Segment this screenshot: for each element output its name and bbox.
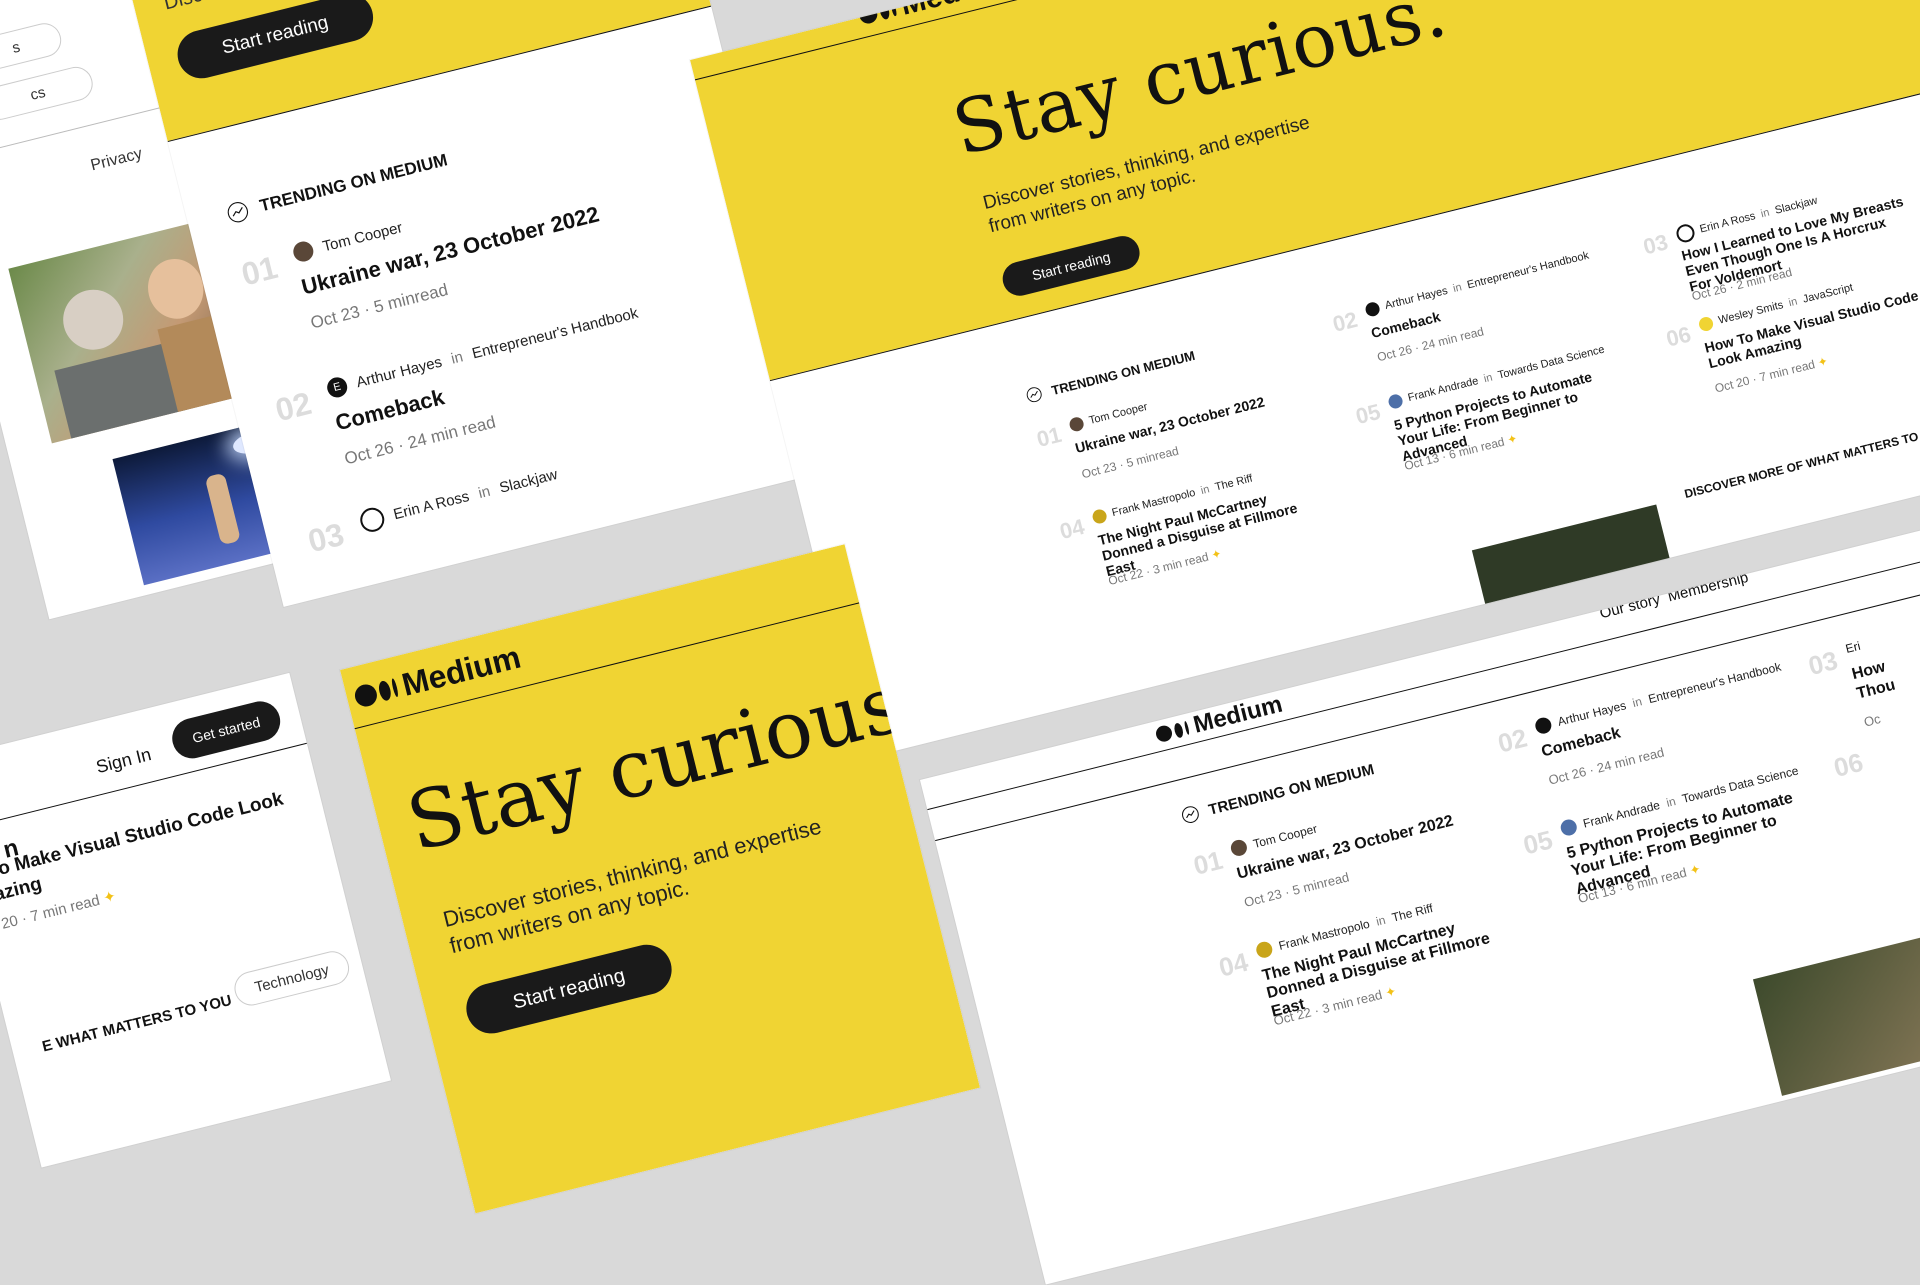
rank-number: 01 <box>1034 421 1064 452</box>
get-started-button[interactable]: Get started <box>650 544 757 568</box>
topic-tag-technology[interactable]: Technology <box>230 947 353 1010</box>
rank-number: 03 <box>1640 229 1671 260</box>
trending-heading: TRENDING ON MEDIUM <box>1206 760 1376 819</box>
topic-tag-fragment[interactable]: s <box>0 19 65 75</box>
medium-logo-icon <box>857 0 898 26</box>
rank-number: 01 <box>1190 844 1226 881</box>
trending-icon <box>1026 387 1042 403</box>
author-line: Erin A Ross in Slackjaw <box>357 462 560 535</box>
trending-heading: TRENDING ON MEDIUM <box>1049 347 1197 398</box>
avatar: E <box>325 375 350 400</box>
avatar <box>1068 415 1086 433</box>
medium-logo-icon <box>1154 720 1190 744</box>
avatar <box>1533 715 1554 736</box>
avatar <box>1559 817 1579 838</box>
avatar <box>1387 392 1405 410</box>
nav-membership[interactable]: Membership <box>1666 569 1750 605</box>
rank-number: 02 <box>1494 722 1531 759</box>
article-thumbnail <box>1752 931 1920 1096</box>
start-reading-button[interactable]: Start reading <box>999 232 1144 300</box>
publication-name: Entrepreneur's Handbook <box>470 304 640 362</box>
hero-section: Discover stories, thinking, and expertis… <box>95 0 711 142</box>
rank-number: 02 <box>271 384 315 429</box>
rank-number: 06 <box>1663 321 1694 352</box>
medium-logo[interactable]: Medium <box>1153 691 1286 750</box>
avatar <box>357 505 387 535</box>
privacy-link[interactable]: Privacy <box>89 145 144 175</box>
sign-in-link[interactable]: Sign In <box>94 744 153 778</box>
panel-mobile-bottom: Sign In Get started n To Make Visual Stu… <box>0 672 391 1168</box>
author-name: Tom Cooper <box>320 218 405 255</box>
rank-number: 05 <box>1520 824 1556 861</box>
partial-meta: Oc <box>1862 711 1883 730</box>
avatar <box>1229 838 1249 858</box>
trending-header: TRENDING ON MEDIUM <box>1024 347 1196 404</box>
medium-logo[interactable]: Medium <box>351 639 525 716</box>
article-title[interactable]: To Make Visual Studio Code Look <box>0 789 286 884</box>
avatar <box>1697 315 1715 333</box>
avatar <box>1364 300 1382 318</box>
article-thumbnail <box>1471 504 1671 609</box>
avatar <box>1674 222 1697 245</box>
rank-number: 02 <box>1330 306 1360 337</box>
topic-tag-fragment[interactable]: cs <box>0 63 97 124</box>
avatar <box>1091 507 1109 525</box>
star-icon: ✦ <box>101 887 118 908</box>
nav-our-story[interactable]: Our story <box>1598 591 1662 622</box>
trending-header: TRENDING ON MEDIUM <box>1179 760 1376 825</box>
author-line: Arthur Hayes in Entrepreneur's Handbook <box>1533 659 1783 736</box>
trending-heading: TRENDING ON MEDIUM <box>257 150 450 216</box>
rank-number: 04 <box>1215 946 1252 983</box>
avatar <box>1254 940 1274 960</box>
rank-number: 06 <box>1830 746 1867 784</box>
discover-heading: E WHAT MATTERS TO YOU <box>40 991 234 1056</box>
author-name: Erin A Ross <box>391 487 471 523</box>
rank-number: 01 <box>237 248 282 293</box>
start-reading-button[interactable]: Start reading <box>461 939 677 1039</box>
author-name: Arthur Hayes <box>354 353 444 391</box>
publication-name: Slackjaw <box>497 465 560 497</box>
rank-number: 03 <box>304 515 348 560</box>
sign-in-link[interactable]: Sign In <box>561 551 617 583</box>
partial-author: Eri <box>1844 638 1862 656</box>
star-icon: ✦ <box>1816 353 1830 370</box>
avatar <box>1103 701 1118 716</box>
trending-icon <box>227 202 249 223</box>
rank-number: 04 <box>1057 513 1087 545</box>
rank-number: 05 <box>1353 398 1383 430</box>
discover-heading: DISCOVER MORE OF WHAT MATTERS TO YOU <box>1682 422 1920 502</box>
avatar <box>291 239 316 264</box>
header-divider <box>0 742 307 831</box>
start-reading-button[interactable]: Start reading <box>172 0 379 84</box>
author-line: Robert Roy Britt <box>1103 681 1199 716</box>
author-line: Arthur Hayes in Entrepreneur's Handbook <box>1364 249 1590 318</box>
trending-header: TRENDING ON MEDIUM <box>225 149 450 225</box>
trending-icon <box>1182 806 1199 824</box>
medium-logo-icon <box>352 677 400 709</box>
rank-number: 03 <box>1805 645 1841 682</box>
